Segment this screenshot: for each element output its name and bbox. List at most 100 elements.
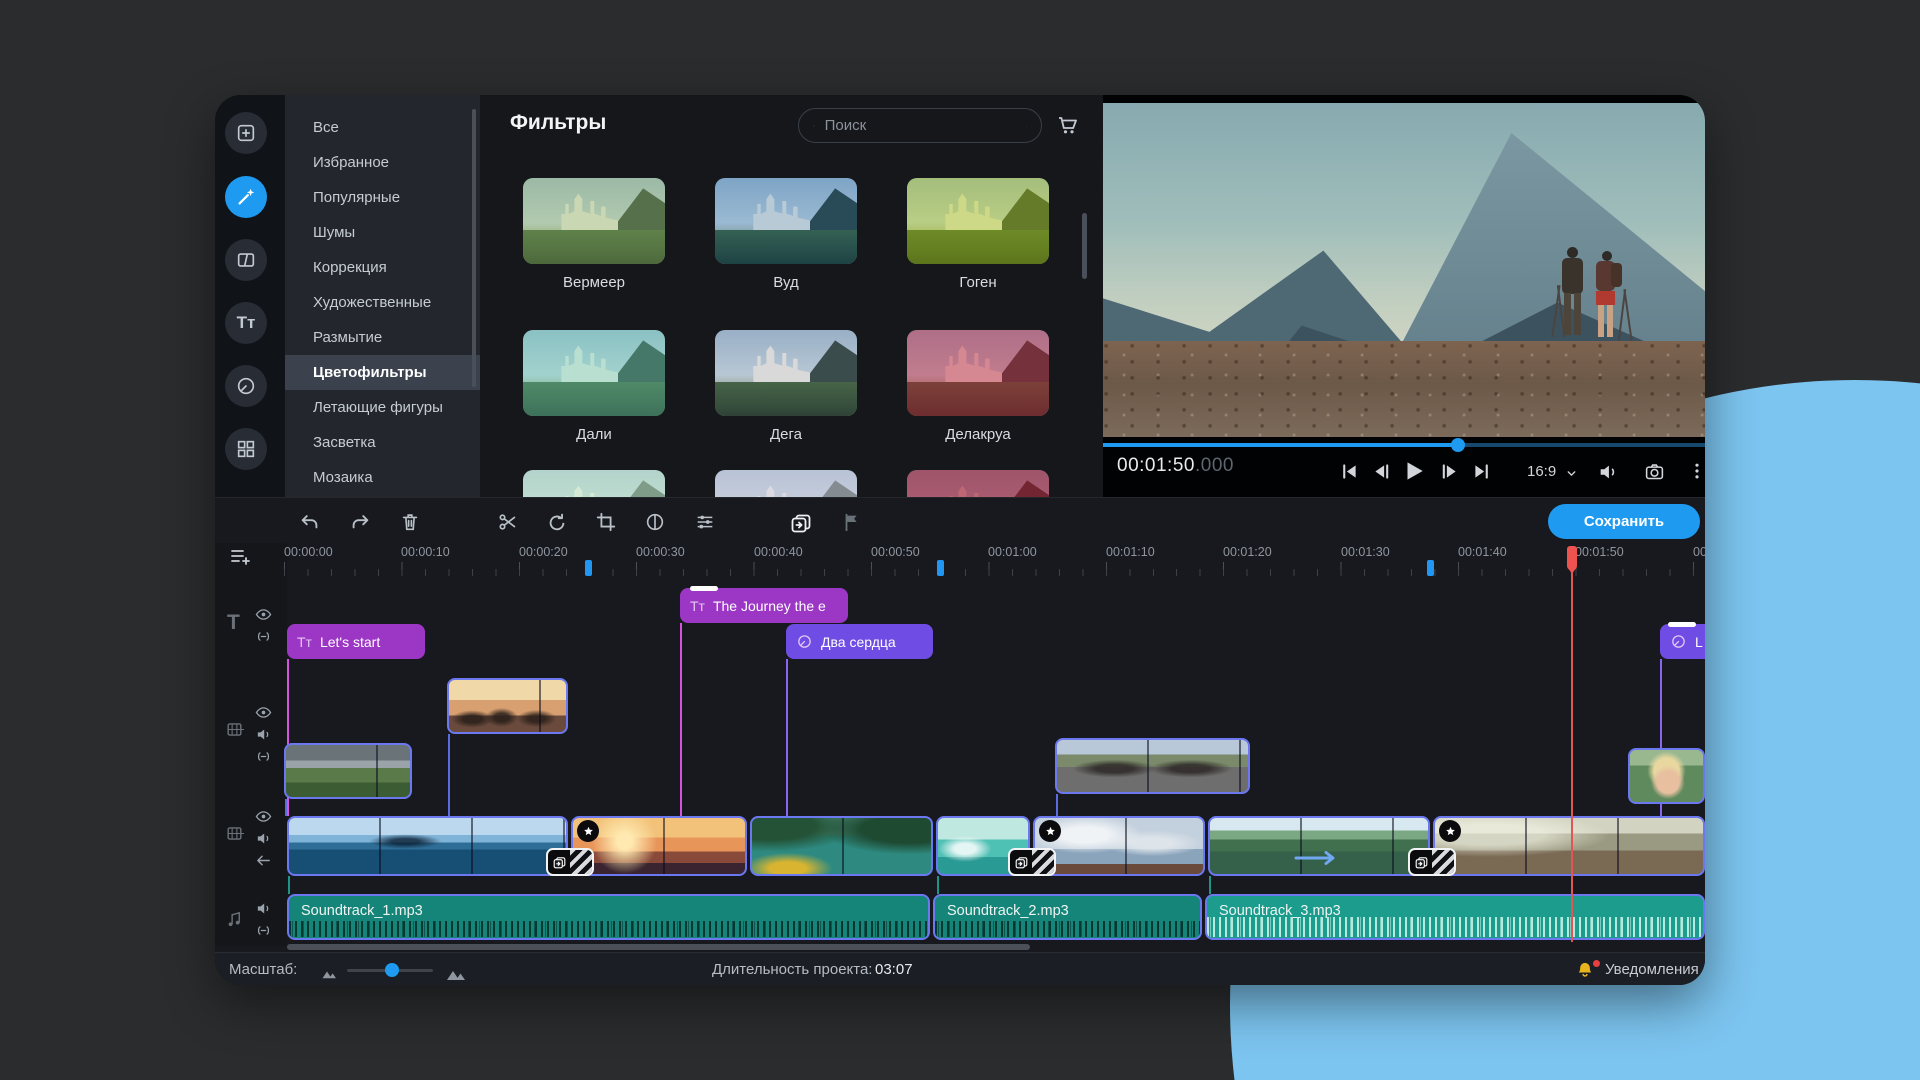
category-item[interactable]: Мозаика [285, 460, 480, 495]
flag-icon[interactable] [841, 511, 863, 533]
skip-end-icon[interactable] [1471, 461, 1492, 482]
filter-thumbnail[interactable] [523, 330, 665, 416]
category-item[interactable]: Шумы [285, 215, 480, 250]
filter-thumbnail[interactable] [907, 178, 1049, 264]
effect-star-badge[interactable] [577, 820, 599, 842]
category-item[interactable]: Избранное [285, 145, 480, 180]
properties-icon[interactable] [694, 511, 716, 533]
skip-start-icon[interactable] [1339, 461, 1360, 482]
filter-thumbnail[interactable] [715, 330, 857, 416]
snapshot-icon[interactable] [1644, 461, 1665, 482]
frame-forward-icon[interactable] [1439, 461, 1460, 482]
color-adjust-icon[interactable] [644, 511, 666, 533]
category-scrollbar[interactable] [472, 109, 476, 387]
overlay-clip-mountains[interactable] [284, 743, 412, 799]
audio-clip[interactable]: Soundtrack_2.mp3 [933, 894, 1202, 940]
undo-icon[interactable] [299, 511, 321, 533]
effect-star-badge[interactable] [1039, 820, 1061, 842]
cart-icon[interactable] [1056, 113, 1080, 137]
playhead-handle[interactable] [1567, 546, 1577, 574]
clear-icon[interactable] [1026, 119, 1027, 133]
link-icon[interactable] [255, 748, 272, 765]
add-track-icon[interactable] [229, 545, 253, 569]
frame-back-icon[interactable] [1371, 461, 1392, 482]
link-icon[interactable] [255, 922, 272, 939]
transition-badge[interactable] [1008, 848, 1056, 876]
category-item[interactable]: Все [285, 110, 480, 145]
timeline-marker[interactable] [585, 560, 592, 576]
category-item[interactable]: Засветка [285, 425, 480, 460]
transition-badge[interactable] [546, 848, 594, 876]
video-clip-kayak[interactable] [750, 816, 933, 876]
filter-thumbnail[interactable] [715, 470, 857, 497]
title-clip[interactable]: L [1660, 624, 1705, 659]
filter-thumbnail[interactable] [715, 178, 857, 264]
notifications-bell-icon[interactable] [1575, 960, 1595, 980]
volume-icon[interactable] [1597, 461, 1619, 483]
arrow-left-icon[interactable] [255, 852, 272, 869]
overlay-clip-bikers[interactable] [1055, 738, 1250, 794]
save-button[interactable]: Сохранить [1548, 504, 1700, 539]
title-clip-icon: Tт [690, 597, 705, 614]
timeline-marker[interactable] [1427, 560, 1434, 576]
eye-icon[interactable] [255, 808, 272, 825]
filter-thumbnail[interactable] [907, 470, 1049, 497]
audio-clip[interactable]: Soundtrack_1.mp3 [287, 894, 930, 940]
titles-button[interactable]: Tт [225, 302, 267, 344]
timeline-scrollbar[interactable] [287, 944, 1030, 950]
category-item[interactable]: Коррекция [285, 250, 480, 285]
add-media-button[interactable] [225, 112, 267, 154]
aspect-ratio-select[interactable]: 16:9 [1527, 463, 1556, 480]
effect-star-badge[interactable] [1439, 820, 1461, 842]
more-icon[interactable] [1687, 461, 1705, 481]
zoom-slider-handle[interactable] [385, 963, 399, 977]
transition-icon[interactable] [789, 511, 813, 535]
filter-thumbnail[interactable] [907, 330, 1049, 416]
timeline-marker[interactable] [937, 560, 944, 576]
title-clip[interactable]: Tт The Journey the e [680, 588, 848, 623]
video-clip-ocean[interactable] [287, 816, 568, 876]
overlay-clip-people[interactable] [447, 678, 568, 734]
trash-icon[interactable] [399, 511, 421, 533]
title-clip[interactable]: Tт Let's start [287, 624, 425, 659]
category-item[interactable]: Художественные [285, 285, 480, 320]
overlay-clip-selfie[interactable] [1628, 748, 1705, 804]
title-clip[interactable]: Два сердца [786, 624, 933, 659]
search-input[interactable] [822, 116, 1026, 135]
filter-thumbnail[interactable] [523, 470, 665, 497]
transition-badge[interactable] [1408, 848, 1456, 876]
category-item-selected[interactable]: Цветофильтры [285, 355, 480, 390]
category-item[interactable]: Популярные [285, 180, 480, 215]
zoom-out-icon[interactable] [321, 964, 339, 982]
play-icon[interactable] [1401, 458, 1427, 484]
audio-clip[interactable]: Soundtrack_3.mp3 [1205, 894, 1705, 940]
speaker-icon[interactable] [255, 830, 272, 847]
filter-thumbnail[interactable] [523, 178, 665, 264]
video-clip-lake[interactable] [1208, 816, 1430, 876]
category-item[interactable]: Летающие фигуры [285, 390, 480, 425]
title-clip-handle[interactable] [690, 586, 718, 591]
playback-progress-bar[interactable] [1103, 443, 1705, 447]
speaker-icon[interactable] [255, 900, 272, 917]
zoom-in-icon[interactable] [445, 961, 469, 985]
effects-button[interactable] [225, 176, 267, 218]
ruler-minor-ticks[interactable] [284, 569, 1705, 576]
crop-icon[interactable] [595, 511, 617, 533]
filters-scrollbar[interactable] [1082, 213, 1087, 279]
redo-icon[interactable] [349, 511, 371, 533]
scissors-icon[interactable] [497, 511, 519, 533]
search-box[interactable] [798, 108, 1042, 143]
video-clip-hikers[interactable] [1433, 816, 1705, 876]
eye-icon[interactable] [255, 704, 272, 721]
stickers-button[interactable] [225, 365, 267, 407]
link-icon[interactable] [255, 628, 272, 645]
notifications-label[interactable]: Уведомления [1605, 961, 1699, 978]
transitions-button[interactable] [225, 239, 267, 281]
category-item[interactable]: Размытие [285, 320, 480, 355]
playback-progress-handle[interactable] [1451, 438, 1465, 452]
title-clip-handle[interactable] [1668, 622, 1696, 627]
more-tools-button[interactable] [225, 428, 267, 470]
speaker-icon[interactable] [255, 726, 272, 743]
rotate-icon[interactable] [546, 511, 568, 533]
eye-icon[interactable] [255, 606, 272, 623]
